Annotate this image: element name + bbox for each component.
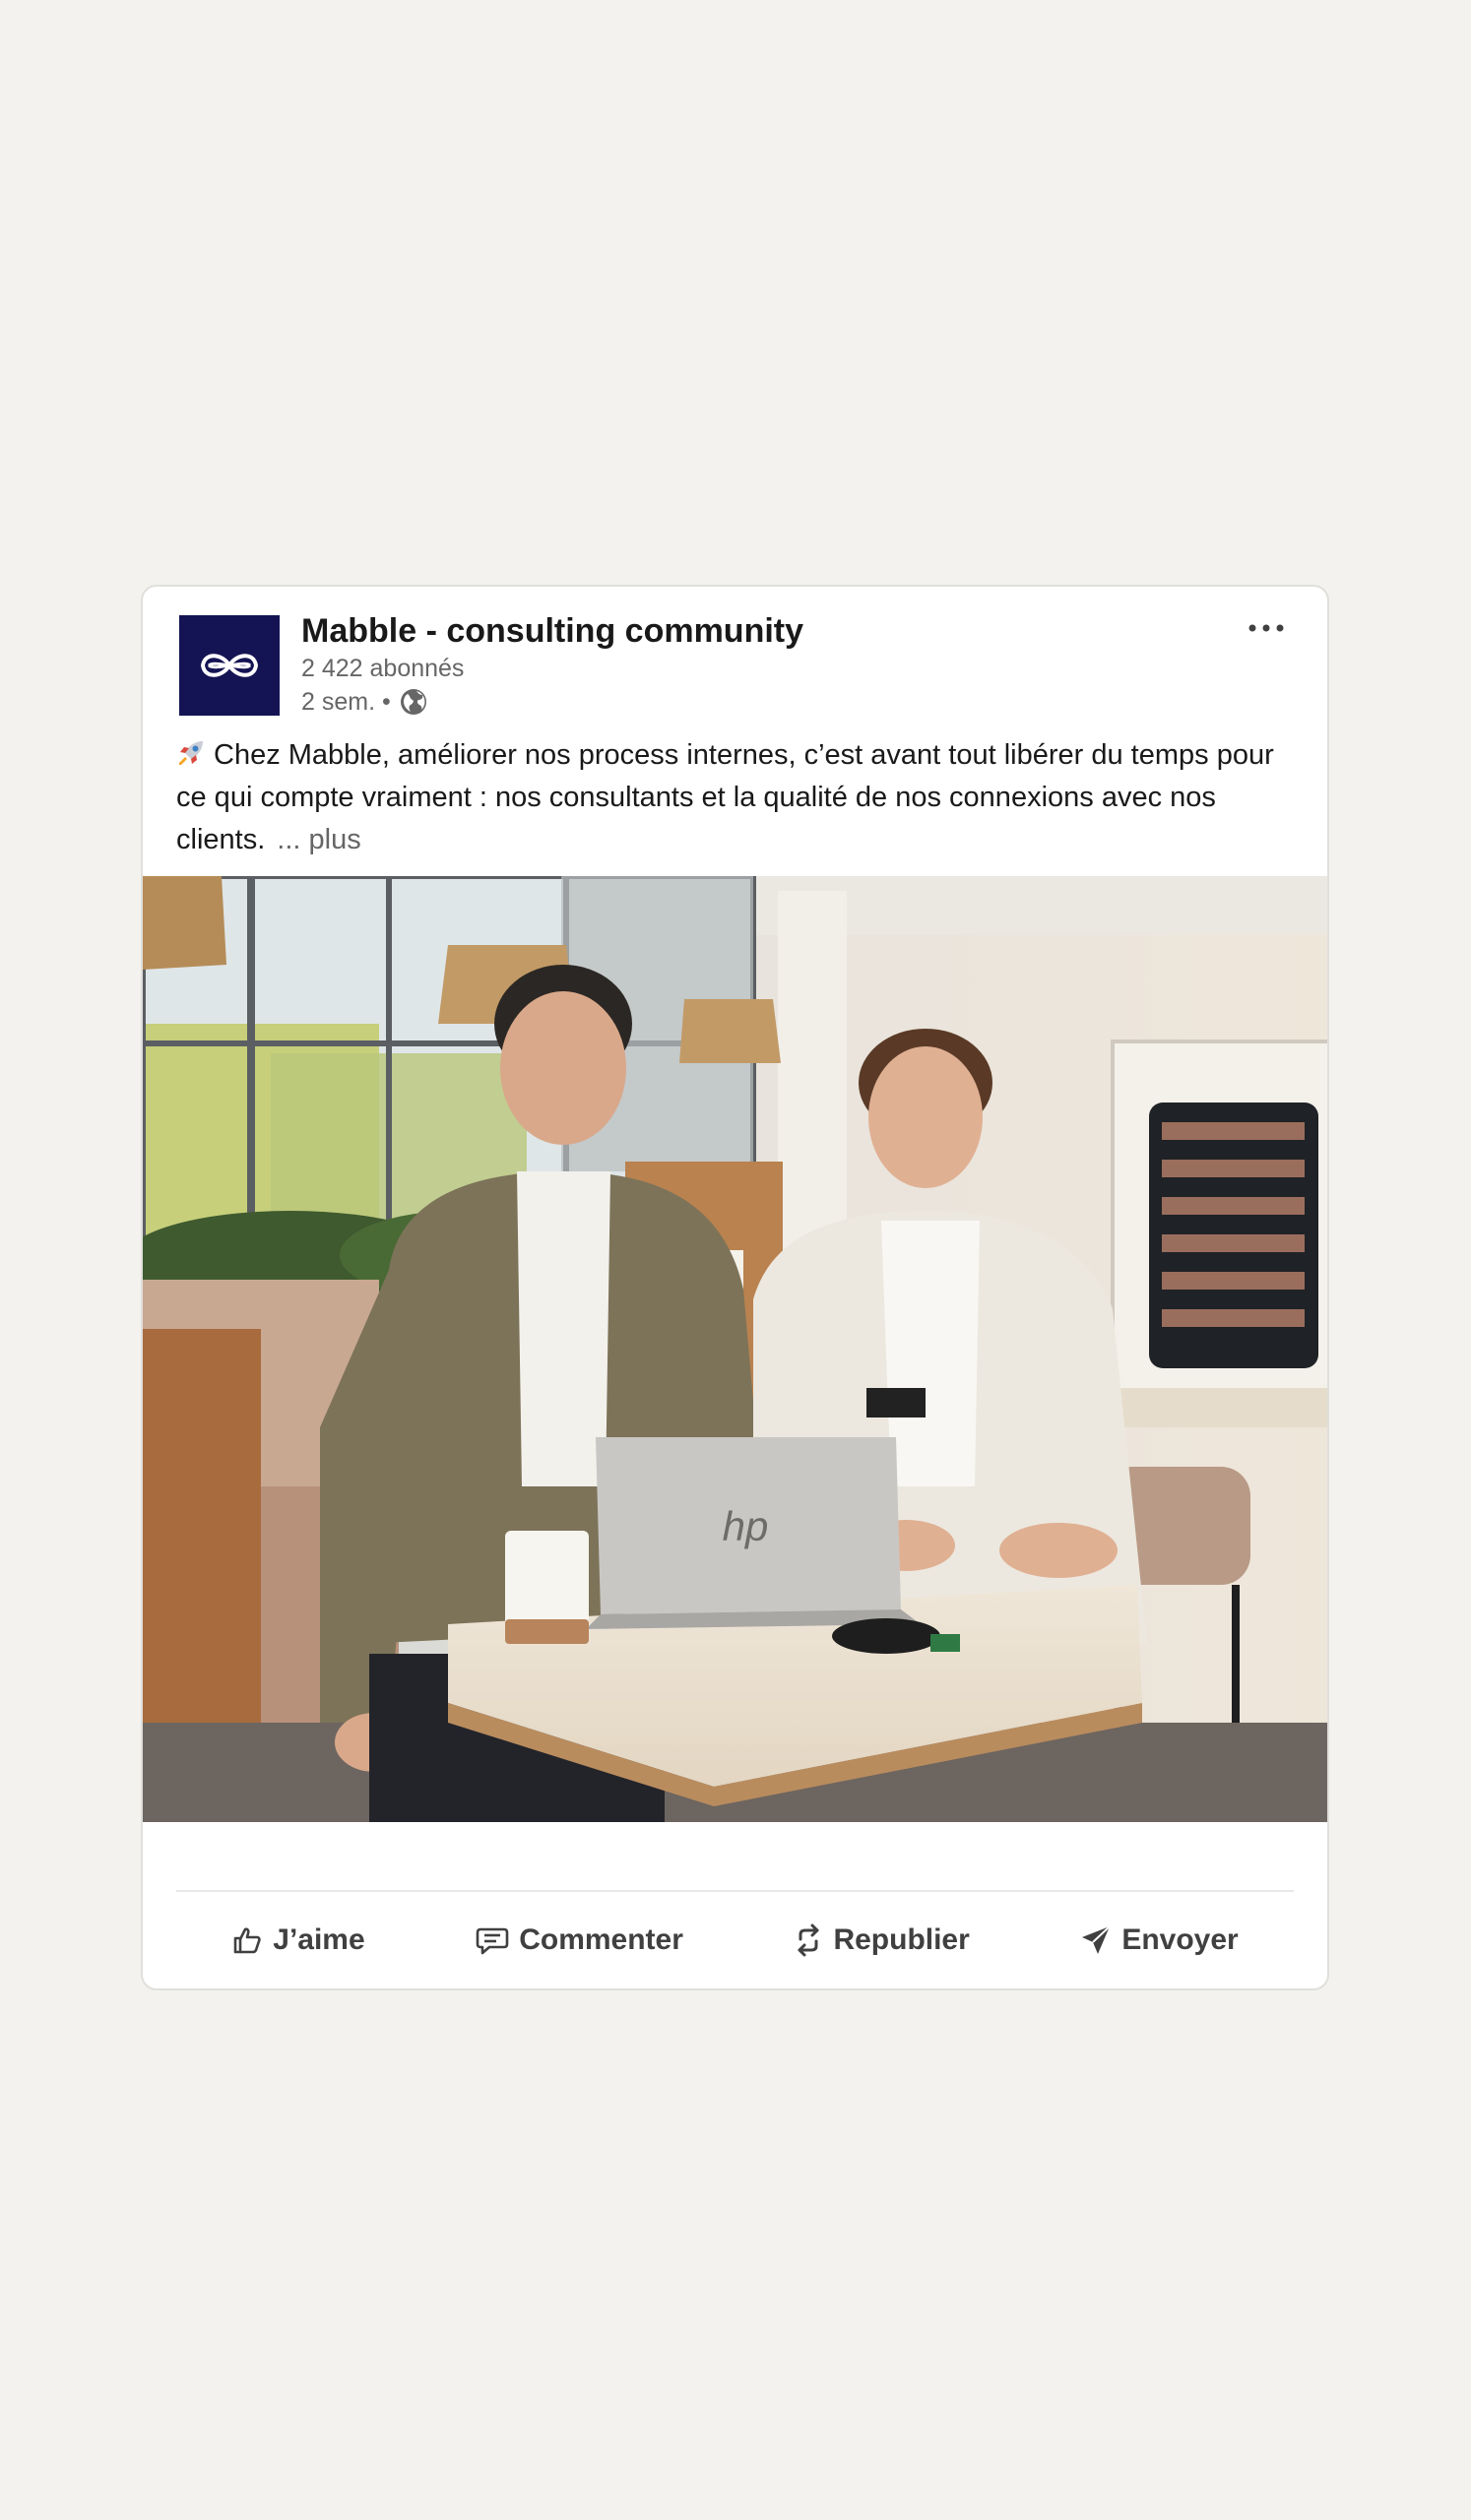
repost-icon	[798, 1923, 819, 1957]
post-photo[interactable]: hp	[143, 876, 1327, 1822]
globe-icon	[399, 687, 428, 717]
comment-label: Commenter	[519, 1923, 683, 1956]
ellipsis-icon	[1248, 624, 1284, 632]
send-button[interactable]: Envoyer	[1066, 1914, 1251, 1967]
svg-text:hp: hp	[723, 1503, 769, 1549]
infinity-logo-icon	[200, 654, 259, 677]
follower-count: 2 422 abonnés	[301, 655, 465, 682]
repost-label: Republier	[833, 1923, 970, 1956]
repost-button[interactable]: Republier	[780, 1914, 983, 1967]
see-more-link[interactable]: ... plus	[277, 824, 360, 855]
post-time: 2 sem. •	[301, 687, 391, 716]
rocket-icon	[176, 738, 206, 768]
comment-button[interactable]: Commenter	[462, 1914, 697, 1967]
send-label: Envoyer	[1121, 1923, 1239, 1956]
action-bar: J’aime Commenter Republier Envoyer	[176, 1904, 1294, 1977]
like-label: J’aime	[273, 1923, 365, 1956]
like-button[interactable]: J’aime	[218, 1914, 378, 1967]
more-options-button[interactable]	[1243, 610, 1290, 646]
company-logo[interactable]	[179, 615, 280, 716]
author-name[interactable]: Mabble - consulting community	[301, 612, 803, 651]
comment-icon	[476, 1927, 509, 1955]
thumbs-up-icon	[233, 1927, 261, 1954]
actions-divider	[176, 1890, 1294, 1892]
post-meta: 2 sem. •	[301, 687, 428, 717]
post-card: Mabble - consulting community 2 422 abon…	[141, 585, 1329, 1990]
send-icon	[1082, 1925, 1112, 1954]
post-header: Mabble - consulting community 2 422 abon…	[143, 587, 1327, 734]
post-text: Chez Mabble, améliorer nos process inter…	[176, 734, 1304, 861]
